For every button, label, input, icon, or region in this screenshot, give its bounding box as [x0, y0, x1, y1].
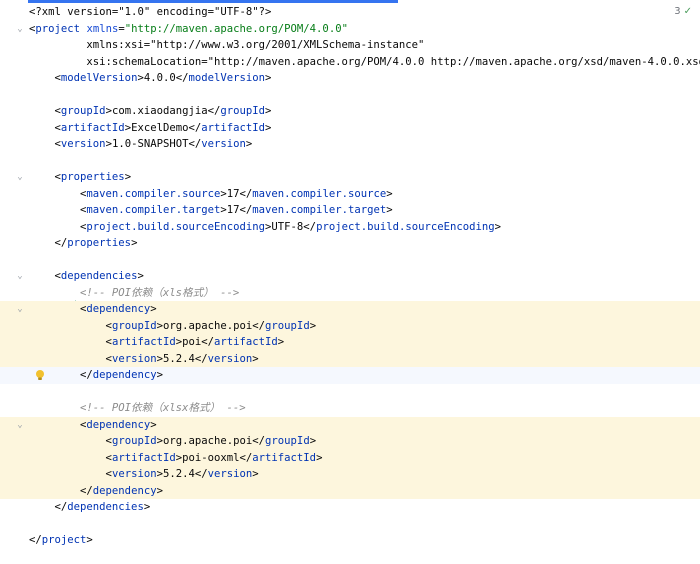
code-text: </project> [29, 534, 93, 546]
code-text: </dependencies> [54, 501, 151, 513]
code-line[interactable]: </project> [0, 532, 700, 549]
code-line[interactable]: <artifactId>ExcelDemo</artifactId> [0, 120, 700, 137]
code-editor[interactable]: <?xml version="1.0" encoding="UTF-8"?> ⌄ <… [0, 0, 700, 564]
code-text: <groupId>com.xiaodangjia</groupId> [54, 105, 272, 117]
code-line[interactable] [0, 252, 700, 269]
code-line[interactable]: <groupId>org.apache.poi</groupId> [0, 433, 700, 450]
code-text: <version>1.0-SNAPSHOT</version> [54, 138, 253, 150]
fold-chevron-icon[interactable]: ⌄ [15, 417, 25, 434]
code-text: <project xmlns="http://maven.apache.org/… [29, 22, 348, 35]
code-line[interactable]: xsi:schemaLocation="http://maven.apache.… [0, 54, 700, 71]
code-line[interactable]: ⌄ <dependency> [0, 301, 700, 318]
code-line[interactable]: <version>5.2.4</version> [0, 350, 700, 367]
code-text: <artifactId>poi-ooxml</artifactId> [105, 451, 323, 464]
code-line[interactable]: <maven.compiler.target>17</maven.compile… [0, 202, 700, 219]
fold-chevron-icon[interactable]: ⌄ [15, 268, 25, 285]
inspection-count: 3 [674, 6, 681, 17]
code-text: </properties> [54, 237, 138, 249]
code-text: </dependency> [80, 484, 163, 497]
code-line[interactable]: <artifactId>poi</artifactId> [0, 334, 700, 351]
code-text: <modelVersion>4.0.0</modelVersion> [54, 72, 272, 84]
code-line[interactable]: <project.build.sourceEncoding>UTF-8</pro… [0, 219, 700, 236]
indexing-progress-bar [0, 0, 398, 3]
check-icon: ✓ [683, 6, 692, 17]
code-text: <maven.compiler.source>17</maven.compile… [80, 187, 393, 200]
code-line[interactable]: </dependencies> [0, 499, 700, 516]
code-line[interactable]: <groupId>com.xiaodangjia</groupId> [0, 103, 700, 120]
code-text: <properties> [54, 171, 132, 183]
code-line[interactable]: xmlns:xsi="http://www.w3.org/2001/XMLSch… [0, 37, 700, 54]
code-text: xmlns:xsi="http://www.w3.org/2001/XMLSch… [29, 39, 425, 51]
code-text: <groupId>org.apache.poi</groupId> [105, 435, 317, 447]
fold-chevron-icon[interactable]: ⌄ [15, 301, 25, 318]
inspection-badge[interactable]: 3 ✓ [674, 6, 692, 17]
fold-chevron-icon[interactable]: ⌄ [15, 21, 25, 38]
code-text: </dependency> [80, 369, 163, 381]
code-text: <dependency> [80, 418, 157, 431]
code-line[interactable]: <maven.compiler.source>17</maven.compile… [0, 186, 700, 203]
code-line[interactable]: <groupId>org.apache.poi</groupId> [0, 317, 700, 334]
code-text: <dependency> [80, 303, 157, 315]
code-line[interactable]: ⌄ <properties> [0, 169, 700, 186]
code-text: <artifactId>ExcelDemo</artifactId> [54, 121, 272, 134]
code-line[interactable]: </properties> [0, 235, 700, 252]
code-line[interactable]: </dependency> [0, 482, 700, 499]
code-text: <version>5.2.4</version> [105, 352, 259, 365]
code-line[interactable]: <!-- POI依赖（xlsx格式） --> [0, 400, 700, 417]
code-text: <project.build.sourceEncoding>UTF-8</pro… [80, 220, 502, 233]
code-line[interactable]: ⌄ <dependency> [0, 416, 700, 434]
code-text: <dependencies> [54, 270, 144, 282]
code-text: <!-- POI依赖（xls格式） --> [80, 286, 240, 299]
code-line[interactable]: ⌄ <dependencies> [0, 268, 700, 285]
fold-chevron-icon[interactable]: ⌄ [15, 169, 25, 186]
code-line[interactable] [0, 87, 700, 104]
code-line[interactable]: <version>1.0-SNAPSHOT</version> [0, 136, 700, 153]
code-text: <maven.compiler.target>17</maven.compile… [80, 204, 393, 216]
code-text: <groupId>org.apache.poi</groupId> [105, 319, 317, 332]
code-line[interactable] [0, 384, 700, 401]
code-text: <!-- POI依赖（xlsx格式） --> [80, 402, 246, 414]
code-line[interactable]: <?xml version="1.0" encoding="UTF-8"?> [0, 4, 700, 21]
code-line[interactable] [0, 516, 700, 533]
code-text: <artifactId>poi</artifactId> [105, 336, 285, 348]
code-line[interactable] [0, 153, 700, 170]
code-text: <version>5.2.4</version> [105, 468, 259, 480]
code-line[interactable]: <version>5.2.4</version> [0, 466, 700, 483]
code-line[interactable]: <!-- POI依赖（xls格式） --> [0, 285, 700, 302]
code-line[interactable]: ⌄ <project xmlns="http://maven.apache.org… [0, 21, 700, 38]
code-text: xsi:schemaLocation="http://maven.apache.… [29, 55, 700, 68]
code-line[interactable]: <artifactId>poi-ooxml</artifactId> [0, 449, 700, 466]
code-text: <?xml version="1.0" encoding="UTF-8"?> [29, 6, 272, 18]
code-line[interactable]: </dependency> [0, 367, 700, 384]
code-line[interactable]: <modelVersion>4.0.0</modelVersion> [0, 70, 700, 87]
